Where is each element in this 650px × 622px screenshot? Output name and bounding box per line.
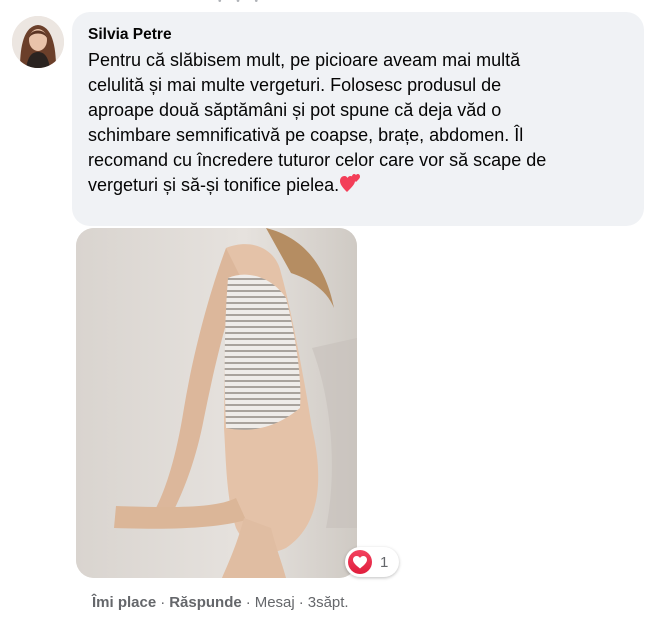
photo-image [76, 228, 357, 578]
comment-author-name[interactable]: Silvia Petre [88, 26, 172, 44]
comment-text-line: vergeturi și să-și tonifice pielea. [88, 175, 340, 195]
message-button[interactable]: Mesaj [255, 594, 295, 611]
comment-timestamp[interactable]: 3săpt. [308, 594, 349, 611]
comment-text-last-line: vergeturi și să-și tonifice pielea. [88, 173, 640, 199]
comment-photo[interactable] [76, 228, 357, 578]
avatar[interactable] [12, 16, 64, 68]
comment-text: Pentru că slăbisem mult, pe picioare ave… [88, 48, 640, 199]
like-button[interactable]: Îmi place [92, 594, 156, 611]
reply-button[interactable]: Răspunde [169, 594, 242, 611]
comment-text-line: celulită și mai multe vergeturi. Foloses… [88, 75, 502, 95]
comment-text-line: Pentru că slăbisem mult, pe picioare ave… [88, 50, 521, 70]
two-hearts-icon [340, 173, 362, 199]
comment-actions: Îmi place · Răspunde · Mesaj · 3săpt. [92, 594, 349, 611]
comment-text-line: recomand cu încredere tuturor celor care… [88, 150, 547, 170]
heart-reaction-icon [348, 550, 372, 574]
comment-text-line: aproape două săptămâni și pot spune că d… [88, 100, 502, 120]
truncated-content-above: • • • [218, 0, 265, 7]
separator-dot: · [298, 594, 304, 611]
reaction-summary[interactable]: 1 [345, 547, 399, 577]
comment-text-line: schimbare semnificativă pe coapse, brațe… [88, 125, 524, 145]
separator-dot: · [160, 594, 166, 611]
reaction-count: 1 [380, 553, 389, 571]
avatar-image [12, 16, 64, 68]
separator-dot: · [245, 594, 251, 611]
